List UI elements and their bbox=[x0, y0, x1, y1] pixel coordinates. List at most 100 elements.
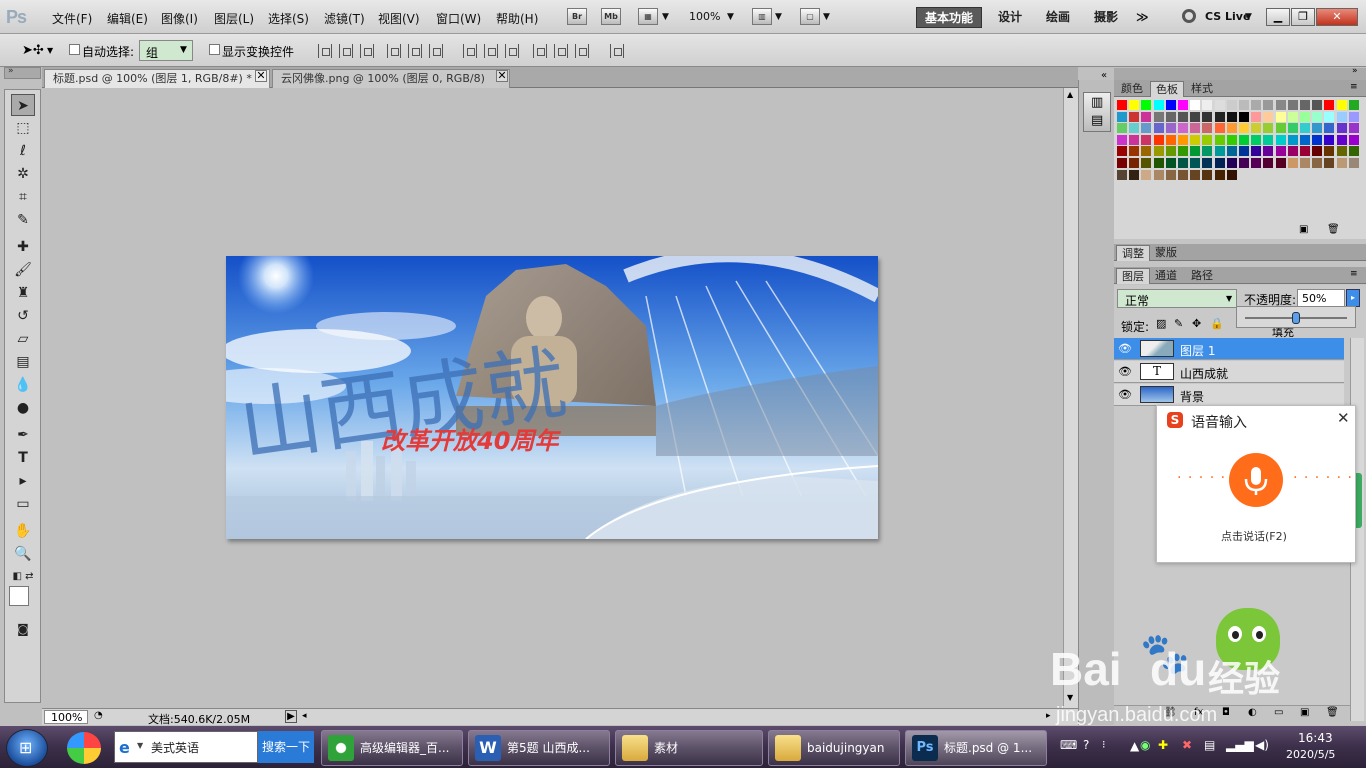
color-swatch[interactable] bbox=[1226, 123, 1237, 134]
move-tool-icon[interactable]: ➤✣ bbox=[22, 43, 44, 58]
status-zoom[interactable]: 100% bbox=[44, 710, 88, 724]
color-swatch[interactable] bbox=[1141, 100, 1152, 110]
magic-wand-tool-icon[interactable]: ✲ bbox=[11, 163, 35, 185]
color-swatch[interactable] bbox=[1190, 123, 1201, 134]
color-swatch[interactable] bbox=[1153, 111, 1164, 122]
color-swatch[interactable] bbox=[1300, 100, 1310, 110]
healing-brush-tool-icon[interactable]: ✚ bbox=[11, 236, 35, 258]
color-swatch[interactable] bbox=[1129, 146, 1140, 157]
distribute-top-icon[interactable] bbox=[463, 44, 477, 58]
type-tool-icon[interactable]: T bbox=[11, 447, 35, 469]
help-icon[interactable]: ? bbox=[1083, 738, 1089, 752]
delete-swatch-icon[interactable]: 🗑 bbox=[1327, 224, 1340, 235]
color-swatch[interactable] bbox=[1153, 100, 1164, 110]
color-swatch[interactable] bbox=[1312, 123, 1323, 134]
menu-filter[interactable]: 滤镜(T) bbox=[324, 10, 365, 27]
scroll-right-icon[interactable]: ▸ bbox=[1046, 711, 1051, 721]
security-icon[interactable]: ✚ bbox=[1158, 738, 1168, 752]
bridge-button[interactable]: Br bbox=[567, 8, 587, 25]
tab-masks[interactable]: 蒙版 bbox=[1150, 245, 1182, 261]
color-swatch[interactable] bbox=[1348, 123, 1359, 134]
color-swatch[interactable] bbox=[1202, 100, 1213, 110]
auto-select-dropdown[interactable]: 组 ▼ bbox=[139, 40, 193, 61]
color-swatch[interactable] bbox=[1324, 134, 1335, 145]
color-swatch[interactable] bbox=[1141, 158, 1152, 168]
clock-date[interactable]: 2020/5/5 bbox=[1286, 748, 1335, 761]
taskbar-task[interactable]: 素材 bbox=[615, 730, 763, 766]
color-swatch[interactable] bbox=[1141, 111, 1152, 122]
align-top-icon[interactable] bbox=[318, 44, 332, 58]
workspace-painting[interactable]: 绘画 bbox=[1038, 7, 1078, 28]
search-input[interactable]: 美式英语 bbox=[151, 739, 199, 756]
color-swatch[interactable] bbox=[1117, 100, 1127, 110]
color-swatch[interactable] bbox=[1300, 123, 1310, 134]
status-info-icon[interactable]: ◔ bbox=[94, 710, 103, 721]
color-swatch[interactable] bbox=[1287, 123, 1298, 134]
workspace-design[interactable]: 设计 bbox=[990, 7, 1030, 28]
color-swatch[interactable] bbox=[1312, 158, 1323, 168]
color-swatch[interactable] bbox=[1165, 123, 1176, 134]
color-swatch[interactable] bbox=[1190, 158, 1201, 168]
color-swatch[interactable] bbox=[1153, 123, 1164, 134]
color-swatch[interactable] bbox=[1239, 158, 1249, 168]
color-swatch[interactable] bbox=[1129, 134, 1140, 145]
color-swatch[interactable] bbox=[1251, 111, 1262, 122]
scroll-up-icon[interactable]: ▲ bbox=[1067, 90, 1073, 99]
color-swatch[interactable] bbox=[1202, 123, 1213, 134]
color-swatch[interactable] bbox=[1287, 158, 1298, 168]
document-tab-active[interactable]: 标题.psd @ 100% (图层 1, RGB/8#) * bbox=[44, 69, 270, 88]
taskbar-task[interactable]: W 第5题 山西成... bbox=[468, 730, 610, 766]
tab-paths[interactable]: 路径 bbox=[1186, 268, 1218, 284]
foreground-color-swatch[interactable] bbox=[9, 586, 29, 606]
visibility-eye-icon[interactable]: 👁 bbox=[1116, 364, 1134, 380]
color-swatch[interactable] bbox=[1348, 111, 1359, 122]
color-swatch[interactable] bbox=[1275, 134, 1286, 145]
more-workspaces-icon[interactable]: ≫ bbox=[1136, 10, 1149, 24]
color-swatch[interactable] bbox=[1239, 123, 1249, 134]
color-swatch[interactable] bbox=[1214, 134, 1225, 145]
color-swatch[interactable] bbox=[1117, 123, 1127, 134]
pen-tool-icon[interactable]: ✒ bbox=[11, 424, 35, 446]
color-swatch[interactable] bbox=[1153, 158, 1164, 168]
marquee-tool-icon[interactable]: ⬚ bbox=[11, 117, 35, 139]
close-button[interactable]: ✕ bbox=[1316, 8, 1358, 26]
color-swatch[interactable] bbox=[1348, 100, 1359, 110]
lasso-tool-icon[interactable]: ℓ bbox=[11, 140, 35, 162]
blur-tool-icon[interactable]: 💧 bbox=[11, 374, 35, 396]
minimize-button[interactable]: ▁ bbox=[1266, 8, 1290, 26]
distribute-vcenter-icon[interactable] bbox=[484, 44, 498, 58]
toolbox-header[interactable]: » bbox=[4, 66, 41, 79]
color-swatch[interactable] bbox=[1226, 100, 1237, 110]
cs-live-icon[interactable] bbox=[1182, 9, 1196, 23]
color-swatch[interactable] bbox=[1275, 123, 1286, 134]
color-swatch[interactable] bbox=[1263, 146, 1274, 157]
zoom-dropdown-icon[interactable]: ▼ bbox=[727, 12, 734, 22]
color-swatch[interactable] bbox=[1275, 158, 1286, 168]
menu-help[interactable]: 帮助(H) bbox=[496, 10, 538, 27]
color-swatch[interactable] bbox=[1348, 134, 1359, 145]
color-swatch[interactable] bbox=[1226, 146, 1237, 157]
scroll-left-icon[interactable]: ◂ bbox=[302, 711, 307, 721]
color-swatch[interactable] bbox=[1239, 146, 1249, 157]
tab-layers[interactable]: 图层 bbox=[1116, 268, 1150, 284]
color-swatch[interactable] bbox=[1202, 169, 1213, 180]
arrange-documents-icon[interactable]: ▥ bbox=[752, 8, 772, 25]
color-swatch[interactable] bbox=[1300, 158, 1310, 168]
color-swatch[interactable] bbox=[1117, 169, 1127, 180]
color-swatch[interactable] bbox=[1275, 146, 1286, 157]
color-swatch[interactable] bbox=[1226, 158, 1237, 168]
tray-app-icon[interactable]: ◉ bbox=[1140, 738, 1150, 752]
color-swatch[interactable] bbox=[1190, 134, 1201, 145]
delete-layer-icon[interactable]: 🗑 bbox=[1326, 707, 1339, 718]
microphone-button[interactable] bbox=[1229, 453, 1283, 507]
color-swatch[interactable] bbox=[1348, 146, 1359, 157]
visibility-eye-icon[interactable]: 👁 bbox=[1116, 341, 1134, 357]
color-swatch[interactable] bbox=[1141, 146, 1152, 157]
color-swatch[interactable] bbox=[1300, 146, 1310, 157]
network-warning-icon[interactable]: ✖ bbox=[1182, 738, 1192, 752]
close-tab-icon[interactable]: ✕ bbox=[255, 70, 267, 82]
color-swatch[interactable] bbox=[1263, 111, 1274, 122]
color-swatch[interactable] bbox=[1214, 123, 1225, 134]
color-swatch[interactable] bbox=[1202, 158, 1213, 168]
color-swatch[interactable] bbox=[1141, 123, 1152, 134]
